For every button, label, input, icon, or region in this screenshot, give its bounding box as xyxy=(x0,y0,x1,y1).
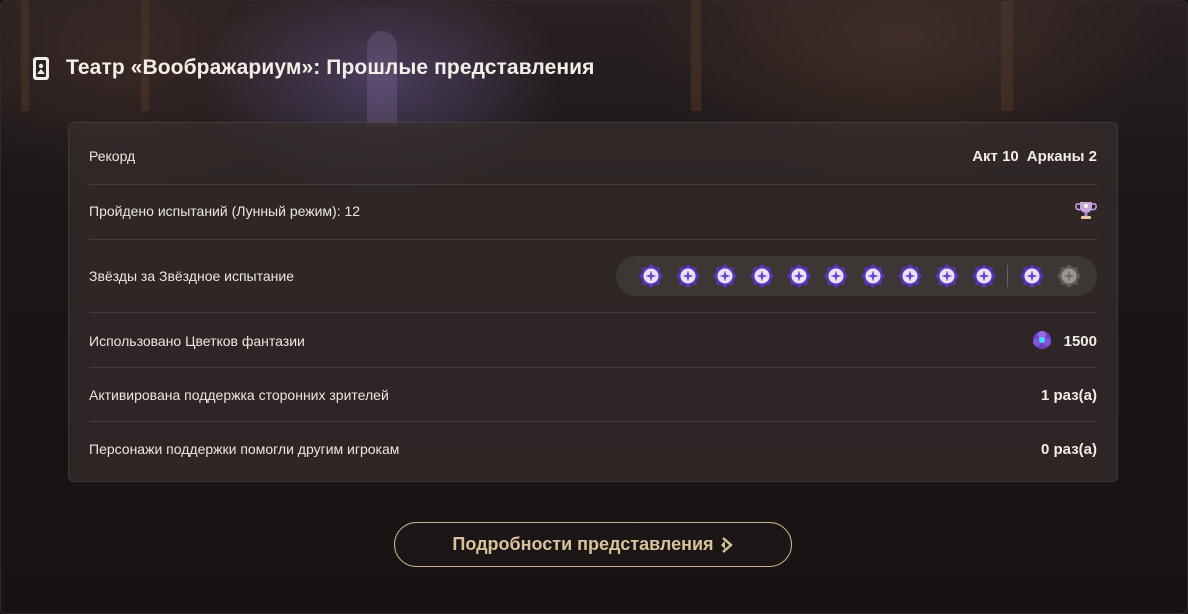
helped-row: Персонажи поддержки помогли другим игрок… xyxy=(89,436,1097,462)
star-earned-icon xyxy=(965,256,1002,296)
star-earned-icon xyxy=(928,256,965,296)
divider xyxy=(89,312,1097,313)
performance-details-button[interactable]: Подробности представления xyxy=(394,522,792,567)
trophy-icon xyxy=(1075,199,1097,224)
star-earned-icon xyxy=(632,256,669,296)
record-value: Акт 10 Арканы 2 xyxy=(972,148,1097,165)
divider xyxy=(89,421,1097,422)
star-earned-icon xyxy=(669,256,706,296)
divider xyxy=(89,367,1097,368)
support-row: Активирована поддержка сторонних зрителе… xyxy=(89,382,1097,408)
record-act: Акт 10 xyxy=(972,147,1019,165)
beam-decoration xyxy=(1001,1,1013,111)
flowers-value-group: 1500 xyxy=(1030,328,1097,355)
stars-label: Звёзды за Звёздное испытание xyxy=(89,268,295,284)
star-earned-icon xyxy=(891,256,928,296)
fantasy-flower-icon xyxy=(1030,328,1054,355)
flowers-value: 1500 xyxy=(1063,332,1097,350)
helped-label: Персонажи поддержки помогли другим игрок… xyxy=(89,441,400,457)
flowers-row: Использовано Цветков фантазии 1500 xyxy=(89,327,1097,355)
stars-row: Звёзды за Звёздное испытание xyxy=(89,255,1097,297)
divider xyxy=(89,184,1097,185)
theater-history-card: Театр «Воображариум»: Прошлые представле… xyxy=(0,0,1188,614)
star-empty-icon xyxy=(1050,256,1087,296)
divider xyxy=(89,239,1097,240)
chevron-right-icon xyxy=(720,536,734,554)
challenges-label: Пройдено испытаний (Лунный режим): 12 xyxy=(89,203,361,219)
support-value: 1 раз(а) xyxy=(1041,386,1097,404)
record-label: Рекорд xyxy=(89,148,136,164)
star-earned-icon xyxy=(706,256,743,296)
page-title: Театр «Воображариум»: Прошлые представле… xyxy=(66,56,595,79)
stars-strip xyxy=(616,256,1097,296)
record-arcana: Арканы 2 xyxy=(1026,147,1097,165)
challenges-row: Пройдено испытаний (Лунный режим): 12 xyxy=(89,198,1097,224)
beam-decoration xyxy=(21,1,29,111)
beam-decoration xyxy=(691,1,701,111)
star-earned-icon xyxy=(780,256,817,296)
star-earned-icon xyxy=(854,256,891,296)
stats-panel: Рекорд Акт 10 Арканы 2 Пройдено испытани… xyxy=(68,122,1118,482)
support-label: Активирована поддержка сторонних зрителе… xyxy=(89,387,389,403)
performance-details-label: Подробности представления xyxy=(452,534,714,554)
flowers-label: Использовано Цветков фантазии xyxy=(89,333,305,349)
record-row: Рекорд Акт 10 Арканы 2 xyxy=(89,143,1097,169)
theater-card-icon xyxy=(31,55,51,81)
stars-separator xyxy=(1007,265,1008,287)
star-earned-icon xyxy=(817,256,854,296)
header: Театр «Воображариум»: Прошлые представле… xyxy=(31,53,595,83)
star-earned-icon xyxy=(1013,256,1050,296)
helped-value: 0 раз(а) xyxy=(1041,440,1097,458)
star-earned-icon xyxy=(743,256,780,296)
